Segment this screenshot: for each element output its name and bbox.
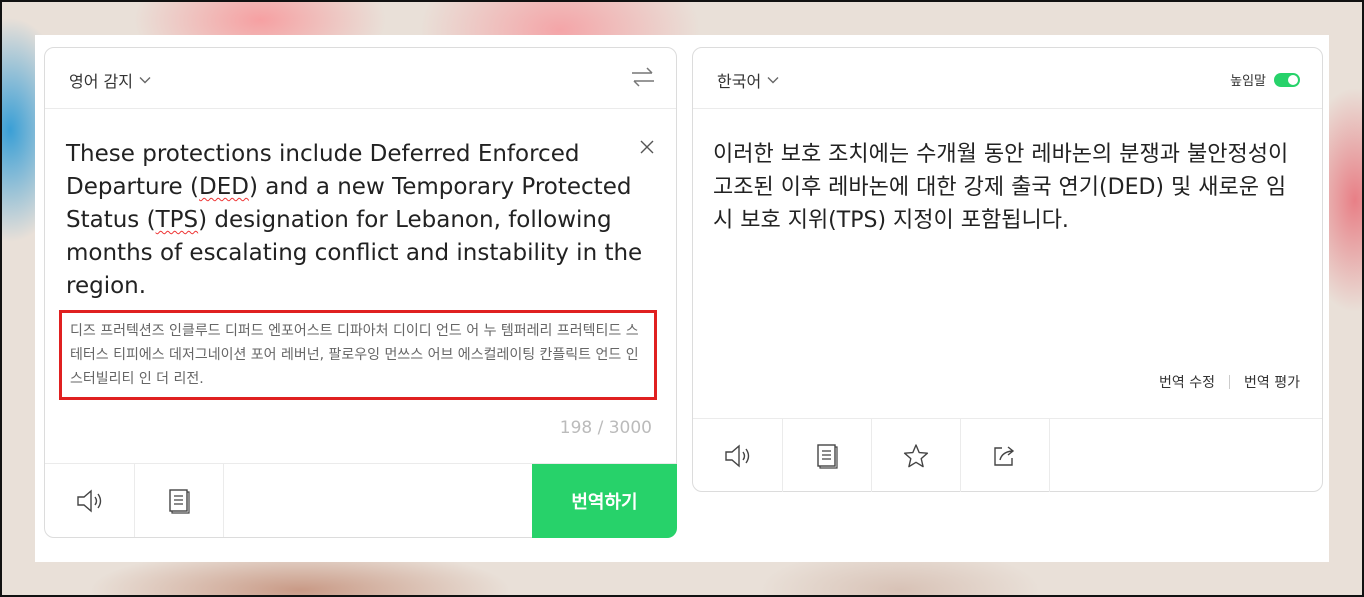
- pronunciation-box: 디즈 프러텍션즈 인클루드 디퍼드 엔포어스트 디파아처 디이디 언드 어 누 …: [59, 310, 657, 400]
- share-icon: [993, 445, 1014, 466]
- char-counter: 198 / 3000: [559, 418, 652, 438]
- target-language-label: 한국어: [717, 72, 762, 91]
- listen-target-button[interactable]: [693, 419, 783, 492]
- clear-icon[interactable]: [640, 140, 654, 154]
- edit-translation-link[interactable]: 번역 수정: [1159, 372, 1215, 392]
- source-toolbar: 번역하기: [45, 463, 677, 538]
- source-card: 영어 감지 These protections include Deferred…: [44, 47, 677, 538]
- source-language-label: 영어 감지: [69, 72, 133, 91]
- target-language-select[interactable]: 한국어: [717, 68, 779, 92]
- star-icon: [903, 443, 928, 467]
- speaker-icon: [76, 488, 101, 513]
- divider: [1229, 375, 1231, 389]
- honorific-control: 높임말: [1230, 70, 1300, 89]
- source-header: 영어 감지: [45, 48, 676, 109]
- speaker-icon: [724, 443, 749, 468]
- chevron-down-icon: [139, 77, 151, 84]
- honorific-toggle[interactable]: [1274, 72, 1300, 87]
- translation-output: 이러한 보호 조치에는 수개월 동안 레바논의 분쟁과 불안정성이 고조된 이후…: [713, 142, 1289, 233]
- translate-button[interactable]: 번역하기: [532, 464, 677, 538]
- target-card: 한국어 높임말 이러한 보호 조치에는 수개월 동안 레바논의 분쟁과 불안정성…: [692, 47, 1323, 492]
- copy-icon: [816, 443, 838, 469]
- source-textarea[interactable]: These protections include Deferred Enfor…: [66, 138, 646, 303]
- copy-icon: [168, 488, 190, 514]
- target-toolbar: [693, 418, 1322, 493]
- honorific-label: 높임말: [1230, 74, 1266, 89]
- swap-languages-icon[interactable]: [630, 66, 656, 88]
- share-button[interactable]: [960, 419, 1050, 492]
- target-header: 한국어 높임말: [693, 48, 1322, 109]
- copy-source-button[interactable]: [134, 464, 224, 537]
- source-language-select[interactable]: 영어 감지: [69, 68, 151, 92]
- favorite-button[interactable]: [871, 419, 961, 492]
- translation-actions: 번역 수정 번역 평가: [1159, 372, 1300, 392]
- chevron-down-icon: [767, 77, 779, 84]
- rate-translation-link[interactable]: 번역 평가: [1244, 372, 1300, 392]
- copy-target-button[interactable]: [782, 419, 872, 492]
- listen-source-button[interactable]: [45, 464, 135, 537]
